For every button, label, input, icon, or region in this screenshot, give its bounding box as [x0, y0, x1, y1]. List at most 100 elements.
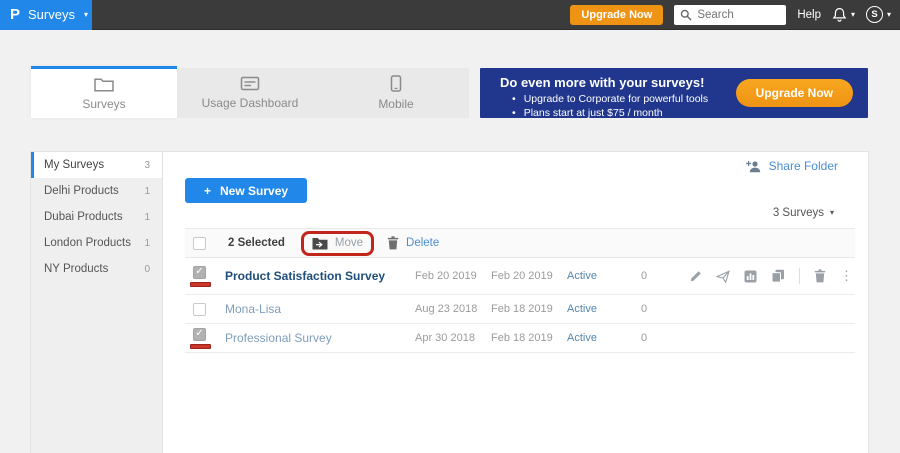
status-badge: Active	[567, 270, 641, 282]
folder-count: 0	[144, 264, 150, 275]
survey-title-link[interactable]: Product Satisfaction Survey	[225, 269, 415, 283]
modified-date: Feb 18 2019	[491, 303, 567, 315]
sidebar-item-ny-products[interactable]: NY Products 0	[31, 256, 162, 282]
annotation-underline	[190, 344, 211, 349]
annotation-box: Move	[301, 231, 374, 256]
delete-icon[interactable]	[814, 269, 826, 283]
status-badge: Active	[567, 332, 641, 344]
bell-icon	[832, 7, 847, 23]
send-icon[interactable]	[716, 270, 730, 283]
divider	[799, 268, 800, 284]
content-card: My Surveys 3 Delhi Products 1 Dubai Prod…	[31, 152, 868, 453]
row-checkbox[interactable]: ✓	[193, 266, 206, 279]
row-checkbox[interactable]	[193, 303, 206, 316]
promo-banner: Do even more with your surveys! • Upgrad…	[480, 68, 868, 118]
section-tabs: Surveys Usage Dashboard Mobile	[31, 66, 469, 118]
topbar-right: Upgrade Now Help ▾ S ▾	[570, 5, 900, 25]
product-menu-label: Surveys	[28, 7, 75, 22]
folder-label: NY Products	[44, 263, 108, 275]
sidebar-item-london-products[interactable]: London Products 1	[31, 230, 162, 256]
share-folder-label: Share Folder	[769, 159, 838, 173]
more-icon[interactable]: ⋮	[840, 268, 853, 284]
share-folder-link[interactable]: Share Folder	[746, 159, 838, 173]
bullet-icon: •	[512, 106, 516, 120]
topbar: P Surveys ▾ Upgrade Now Help ▾ S ▾	[0, 0, 900, 30]
row-select-cell: ✓	[185, 328, 225, 349]
surveys-count-label: 3 Surveys	[773, 207, 824, 219]
plus-icon: +	[204, 184, 211, 198]
row-select-cell: ✓	[185, 266, 225, 287]
mobile-icon	[390, 75, 402, 92]
delete-button[interactable]: Delete	[387, 236, 439, 250]
new-survey-label: New Survey	[220, 184, 288, 198]
tab-usage-dashboard[interactable]: Usage Dashboard	[177, 68, 323, 118]
surveys-table: 2 Selected Move	[185, 228, 855, 353]
trash-icon	[387, 236, 399, 250]
reports-icon[interactable]	[744, 270, 757, 283]
modified-date: Feb 20 2019	[491, 270, 567, 282]
chevron-down-icon: ▾	[887, 11, 891, 19]
folders-sidebar: My Surveys 3 Delhi Products 1 Dubai Prod…	[31, 152, 163, 453]
responses-count: 0	[641, 332, 685, 344]
responses-count: 0	[641, 303, 685, 315]
annotation-underline	[190, 282, 211, 287]
move-folder-icon	[312, 237, 328, 250]
folder-label: London Products	[44, 237, 131, 249]
responses-count: 0	[641, 270, 685, 282]
folder-count: 1	[144, 212, 150, 223]
share-person-icon	[746, 160, 762, 173]
upgrade-now-button[interactable]: Upgrade Now	[570, 5, 663, 25]
surveys-panel: Share Folder + New Survey 3 Surveys ▾ 2 …	[163, 152, 868, 453]
tab-label: Mobile	[378, 97, 413, 111]
bulk-action-bar: 2 Selected Move	[185, 228, 855, 258]
survey-title-link[interactable]: Mona-Lisa	[225, 302, 415, 316]
table-row: ✓ Professional Survey Apr 30 2018 Feb 18…	[185, 324, 855, 353]
row-checkbox[interactable]: ✓	[193, 328, 206, 341]
select-all-checkbox[interactable]	[193, 237, 206, 250]
new-survey-button[interactable]: + New Survey	[185, 178, 307, 203]
banner-upgrade-button[interactable]: Upgrade Now	[736, 79, 853, 107]
banner-bullet-text: Plans start at just $75 / month	[524, 106, 663, 120]
survey-title-link[interactable]: Professional Survey	[225, 331, 415, 345]
tab-label: Surveys	[82, 97, 125, 111]
folder-count: 1	[144, 238, 150, 249]
folder-label: My Surveys	[44, 159, 104, 171]
folder-icon	[94, 77, 114, 92]
created-date: Aug 23 2018	[415, 303, 491, 315]
delete-label: Delete	[406, 237, 439, 249]
chevron-down-icon: ▾	[851, 11, 855, 19]
avatar: S	[866, 6, 883, 23]
folder-label: Dubai Products	[44, 211, 123, 223]
table-row: Mona-Lisa Aug 23 2018 Feb 18 2019 Active…	[185, 295, 855, 324]
move-label: Move	[335, 237, 363, 249]
sidebar-item-delhi-products[interactable]: Delhi Products 1	[31, 178, 162, 204]
selected-count-label: 2 Selected	[228, 237, 285, 249]
edit-icon[interactable]	[689, 270, 702, 283]
tab-surveys[interactable]: Surveys	[31, 66, 177, 118]
folder-count: 3	[144, 160, 150, 171]
search-box	[674, 5, 786, 25]
check-icon: ✓	[195, 329, 203, 339]
account-menu[interactable]: S ▾	[866, 6, 891, 23]
bullet-icon: •	[512, 92, 516, 106]
tab-label: Usage Dashboard	[202, 96, 299, 110]
notifications-button[interactable]: ▾	[832, 7, 855, 23]
move-button[interactable]: Move	[312, 237, 363, 250]
banner-bullet-text: Upgrade to Corporate for powerful tools	[524, 92, 708, 106]
product-switcher[interactable]: P Surveys ▾	[0, 0, 92, 30]
row-select-cell	[185, 303, 225, 316]
dashboard-icon	[240, 76, 260, 91]
surveys-count-dropdown[interactable]: 3 Surveys ▾	[773, 207, 834, 219]
modified-date: Feb 18 2019	[491, 332, 567, 344]
folder-count: 1	[144, 186, 150, 197]
help-link[interactable]: Help	[797, 9, 821, 21]
tab-mobile[interactable]: Mobile	[323, 68, 469, 118]
sidebar-item-dubai-products[interactable]: Dubai Products 1	[31, 204, 162, 230]
chevron-down-icon: ▾	[84, 11, 88, 19]
created-date: Apr 30 2018	[415, 332, 491, 344]
row-actions: ⋮	[685, 268, 855, 284]
check-icon: ✓	[195, 267, 203, 277]
sidebar-item-my-surveys[interactable]: My Surveys 3	[31, 152, 162, 178]
copy-icon[interactable]	[771, 269, 785, 283]
banner-bullet: • Plans start at just $75 / month	[512, 106, 868, 120]
